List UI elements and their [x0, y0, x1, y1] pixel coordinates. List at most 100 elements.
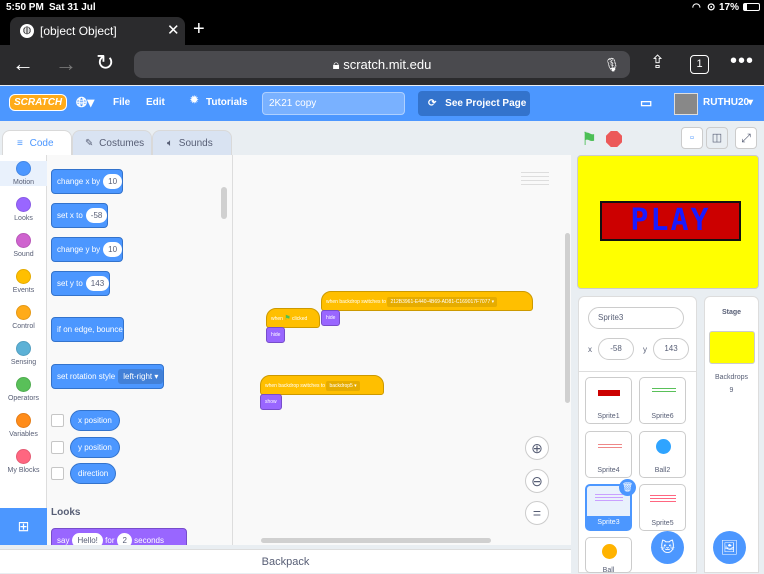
url-bar[interactable]: 🔒︎ scratch.mit.edu 🎙︎: [134, 51, 630, 78]
forward-icon[interactable]: →: [55, 51, 77, 77]
x-field[interactable]: -58: [598, 338, 634, 360]
battery-icon: [743, 3, 760, 11]
see-project-page-button[interactable]: ⟳ See Project Page: [418, 91, 530, 116]
x-position-checkbox[interactable]: [51, 414, 64, 427]
browser-tab[interactable]: ◍ [object Object] ✕: [10, 17, 185, 45]
choose-backdrop-button[interactable]: 🖼︎: [713, 531, 746, 564]
category-sensing[interactable]: Sensing: [0, 341, 47, 366]
category-control[interactable]: Control: [0, 305, 47, 330]
set-y-block[interactable]: set y to 143: [51, 271, 111, 296]
project-title-input[interactable]: 2K21 copy: [262, 92, 405, 115]
delete-sprite-icon[interactable]: 🗑︎: [619, 479, 636, 496]
swap-icon: ⟳: [428, 98, 437, 109]
tabs-count-button[interactable]: 1: [690, 55, 709, 74]
sprite-tile-sprite5[interactable]: Sprite5: [639, 484, 686, 531]
tab-code[interactable]: ≡ Code: [2, 130, 72, 156]
scratch-menubar: SCRATCH 🌐︎▾ File Edit ✹ Tutorials 2K21 c…: [0, 86, 764, 121]
set-y-value[interactable]: 143: [85, 276, 110, 291]
my-stuff-folder-icon[interactable]: ▭: [640, 95, 652, 111]
y-position-reporter[interactable]: y position: [70, 437, 120, 458]
set-rotation-style-block[interactable]: set rotation style left-right ▾: [51, 364, 165, 389]
code-scrollbar-horizontal[interactable]: [261, 538, 491, 543]
status-date: Sat 31 Jul: [49, 2, 96, 13]
backpack-bar[interactable]: Backpack: [0, 549, 571, 573]
ball-thumbnail: [656, 439, 671, 454]
category-sound[interactable]: Sound: [0, 233, 47, 258]
direction-checkbox[interactable]: [51, 467, 64, 480]
hide-block[interactable]: hide: [266, 327, 286, 343]
new-tab-button[interactable]: +: [193, 18, 205, 41]
sprite-tile-sprite4[interactable]: Sprite4: [585, 431, 632, 478]
stop-icon[interactable]: [606, 131, 622, 147]
change-y-value[interactable]: 10: [103, 242, 123, 257]
chevron-down-icon[interactable]: ▾: [748, 97, 753, 108]
category-operators[interactable]: Operators: [0, 377, 47, 402]
hide-block[interactable]: hide: [321, 310, 341, 326]
microphone-icon[interactable]: 🎙︎: [603, 51, 620, 78]
zoom-out-icon[interactable]: ⊖: [525, 469, 549, 493]
small-stage-icon[interactable]: ▫: [681, 127, 703, 149]
fullscreen-icon[interactable]: ⤢: [735, 127, 757, 149]
sprite-name-input[interactable]: Sprite3: [588, 307, 684, 329]
reload-icon[interactable]: ↻: [96, 50, 114, 76]
tab-sounds[interactable]: 🔈︎ Sounds: [152, 130, 232, 156]
rotation-style-dropdown[interactable]: left-right ▾: [118, 369, 164, 384]
scratch-logo[interactable]: SCRATCH: [9, 94, 68, 111]
if-on-edge-bounce-block[interactable]: if on edge, bounce: [51, 317, 124, 342]
code-area[interactable]: when ⚑ clicked hide when backdrop switch…: [233, 155, 571, 545]
zoom-in-icon[interactable]: ⊕: [525, 436, 549, 460]
zoom-reset-icon[interactable]: =: [525, 501, 549, 525]
code-icon: ≡: [17, 138, 23, 149]
username[interactable]: RUTHU20: [703, 97, 749, 108]
choose-sprite-button[interactable]: 🐱︎: [651, 531, 684, 564]
change-x-value[interactable]: 10: [103, 174, 123, 189]
code-scrollbar-vertical[interactable]: [565, 233, 570, 403]
tutorials-menu[interactable]: Tutorials: [206, 97, 247, 108]
set-x-block[interactable]: set x to -58: [51, 203, 109, 228]
more-icon[interactable]: •••: [730, 50, 754, 73]
when-backdrop-switches-hat[interactable]: when backdrop switches to backdrop5 ▾: [260, 375, 384, 395]
sprite-tile-sprite6[interactable]: Sprite6: [639, 377, 686, 424]
file-menu[interactable]: File: [113, 97, 130, 108]
sprite-tile-ball2[interactable]: Ball2: [639, 431, 686, 478]
x-position-reporter[interactable]: x position: [70, 410, 120, 431]
brush-icon: ✎: [85, 138, 94, 149]
category-looks[interactable]: Looks: [0, 197, 47, 222]
lock-icon: 🔒︎: [332, 57, 340, 72]
category-dot-icon: [16, 449, 31, 464]
change-x-block[interactable]: change x by 10: [51, 169, 124, 194]
palette-scrollbar[interactable]: [221, 187, 227, 219]
play-button-sprite[interactable]: PLAY: [600, 201, 741, 241]
category-events[interactable]: Events: [0, 269, 47, 294]
back-icon[interactable]: ←: [12, 51, 34, 77]
category-variables[interactable]: Variables: [0, 413, 47, 438]
change-y-block[interactable]: change y by 10: [51, 237, 124, 262]
show-block[interactable]: show: [260, 394, 282, 410]
large-stage-icon[interactable]: ◫: [706, 127, 728, 149]
sprite-tile-sprite1[interactable]: Sprite1: [585, 377, 632, 424]
green-flag-icon[interactable]: ⚑: [581, 129, 597, 150]
avatar[interactable]: [674, 93, 698, 115]
language-globe-icon[interactable]: 🌐︎▾: [76, 94, 94, 111]
green-flag-icon: ⚑: [284, 315, 291, 322]
backdrop-dropdown[interactable]: backdrop5 ▾: [326, 381, 360, 391]
category-my-blocks[interactable]: My Blocks: [0, 449, 47, 474]
tab-costumes[interactable]: ✎ Costumes: [72, 130, 152, 156]
set-x-value[interactable]: -58: [85, 208, 108, 223]
share-icon[interactable]: ⇪: [650, 52, 665, 73]
stage-canvas[interactable]: PLAY: [577, 155, 759, 289]
sprite-thumbnail: [652, 386, 676, 396]
add-extension-button[interactable]: ⊞: [0, 508, 47, 545]
when-flag-clicked-hat[interactable]: when ⚑ clicked: [266, 308, 320, 328]
close-tab-icon[interactable]: ✕: [167, 21, 180, 39]
backdrop-dropdown[interactable]: 212B3961-E440-4B69-AD81-C169017F7077 ▾: [387, 297, 498, 307]
y-position-checkbox[interactable]: [51, 441, 64, 454]
sprite-tile-ball[interactable]: Ball: [585, 537, 632, 574]
edit-menu[interactable]: Edit: [146, 97, 165, 108]
direction-reporter[interactable]: direction: [70, 463, 117, 484]
y-field[interactable]: 143: [653, 338, 689, 360]
say-for-secs-block[interactable]: say Hello! for 2 seconds: [51, 528, 187, 545]
category-motion[interactable]: Motion: [0, 161, 47, 186]
sprite-pane: Sprite3 x -58 y 143 Sprite1 Sprite6 Spri…: [578, 296, 697, 574]
when-backdrop-switches-hat[interactable]: when backdrop switches to 212B3961-E440-…: [321, 291, 533, 311]
